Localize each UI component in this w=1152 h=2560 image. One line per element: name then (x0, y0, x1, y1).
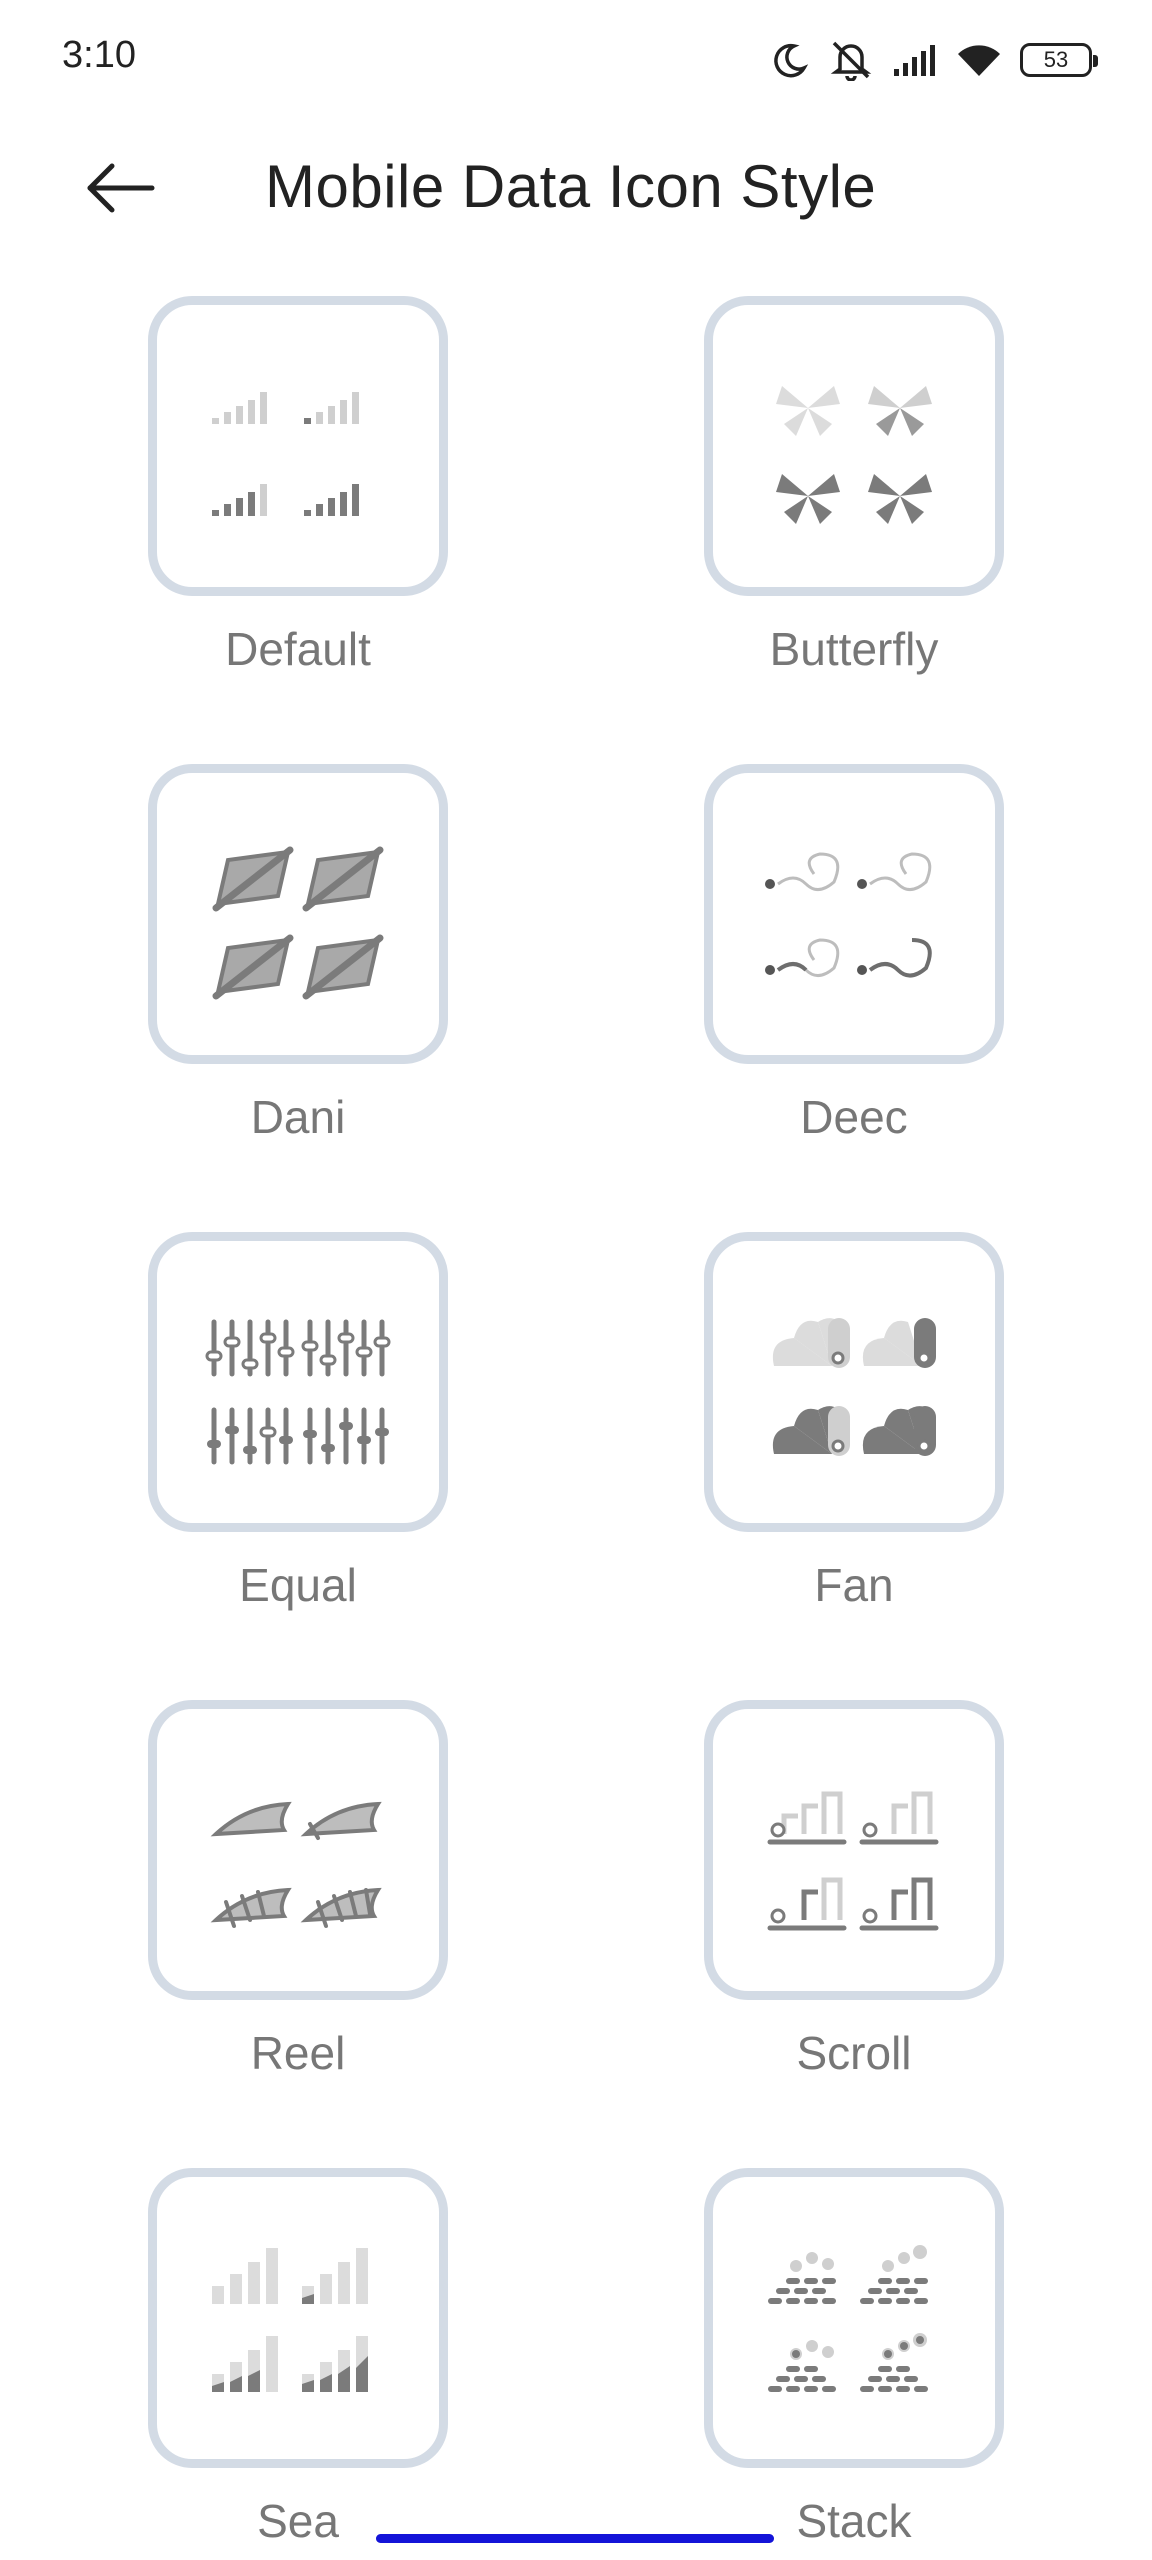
wifi-icon (956, 42, 1002, 78)
style-label: Butterfly (769, 623, 939, 675)
gesture-navigation-bar[interactable] (376, 2534, 774, 2543)
default-signal-icon (212, 392, 359, 516)
deec-wave-icon (765, 852, 932, 978)
status-icons: 53 (770, 34, 1098, 86)
fan-icon (772, 1318, 936, 1456)
scroll-icon (767, 1791, 939, 1931)
style-option-reel[interactable]: Reel (148, 1700, 448, 2080)
style-label: Reel (250, 2027, 346, 2079)
style-option-deec[interactable]: Deec (704, 764, 1004, 1144)
arrow-left-icon (84, 162, 156, 219)
style-label: Deec (800, 1091, 908, 1143)
style-tile (704, 764, 1004, 1064)
moon-icon (770, 40, 810, 80)
style-tile (148, 1700, 448, 2000)
equalizer-icon (205, 1319, 391, 1465)
style-option-stack[interactable]: Stack (704, 2168, 1004, 2548)
style-label: Dani (250, 1091, 346, 1143)
page-title: Mobile Data Icon Style (265, 153, 877, 220)
style-option-scroll[interactable]: Scroll (704, 1700, 1004, 2080)
style-option-equal[interactable]: Equal (148, 1232, 448, 1612)
header: Mobile Data Icon Style (0, 120, 1152, 250)
style-option-default[interactable]: Default (148, 296, 448, 676)
style-tile (704, 1232, 1004, 1532)
style-tile (148, 1232, 448, 1532)
style-tile (704, 2168, 1004, 2468)
style-label: Default (225, 623, 371, 675)
back-button[interactable] (70, 150, 170, 230)
style-option-butterfly[interactable]: Butterfly (704, 296, 1004, 676)
style-option-dani[interactable]: Dani (148, 764, 448, 1144)
style-tile (704, 296, 1004, 596)
status-time: 3:10 (62, 34, 136, 76)
reel-icon (210, 1801, 382, 1928)
dani-leaf-icon (212, 846, 384, 1000)
style-option-sea[interactable]: Sea (148, 2168, 448, 2548)
style-tile (148, 296, 448, 596)
bell-muted-icon (828, 39, 874, 81)
cellular-signal-icon (892, 43, 938, 77)
stack-icon (768, 2245, 928, 2392)
style-label: Scroll (796, 2027, 912, 2079)
style-label: Fan (814, 1559, 894, 1611)
status-bar: 3:10 53 (0, 0, 1152, 120)
style-option-fan[interactable]: Fan (704, 1232, 1004, 1612)
battery-icon: 53 (1020, 43, 1098, 77)
sea-signal-icon (212, 2248, 368, 2392)
style-tile (148, 2168, 448, 2468)
butterfly-icon (776, 386, 932, 524)
style-tile (148, 764, 448, 1064)
style-label: Equal (239, 1559, 357, 1611)
style-tile (704, 1700, 1004, 2000)
